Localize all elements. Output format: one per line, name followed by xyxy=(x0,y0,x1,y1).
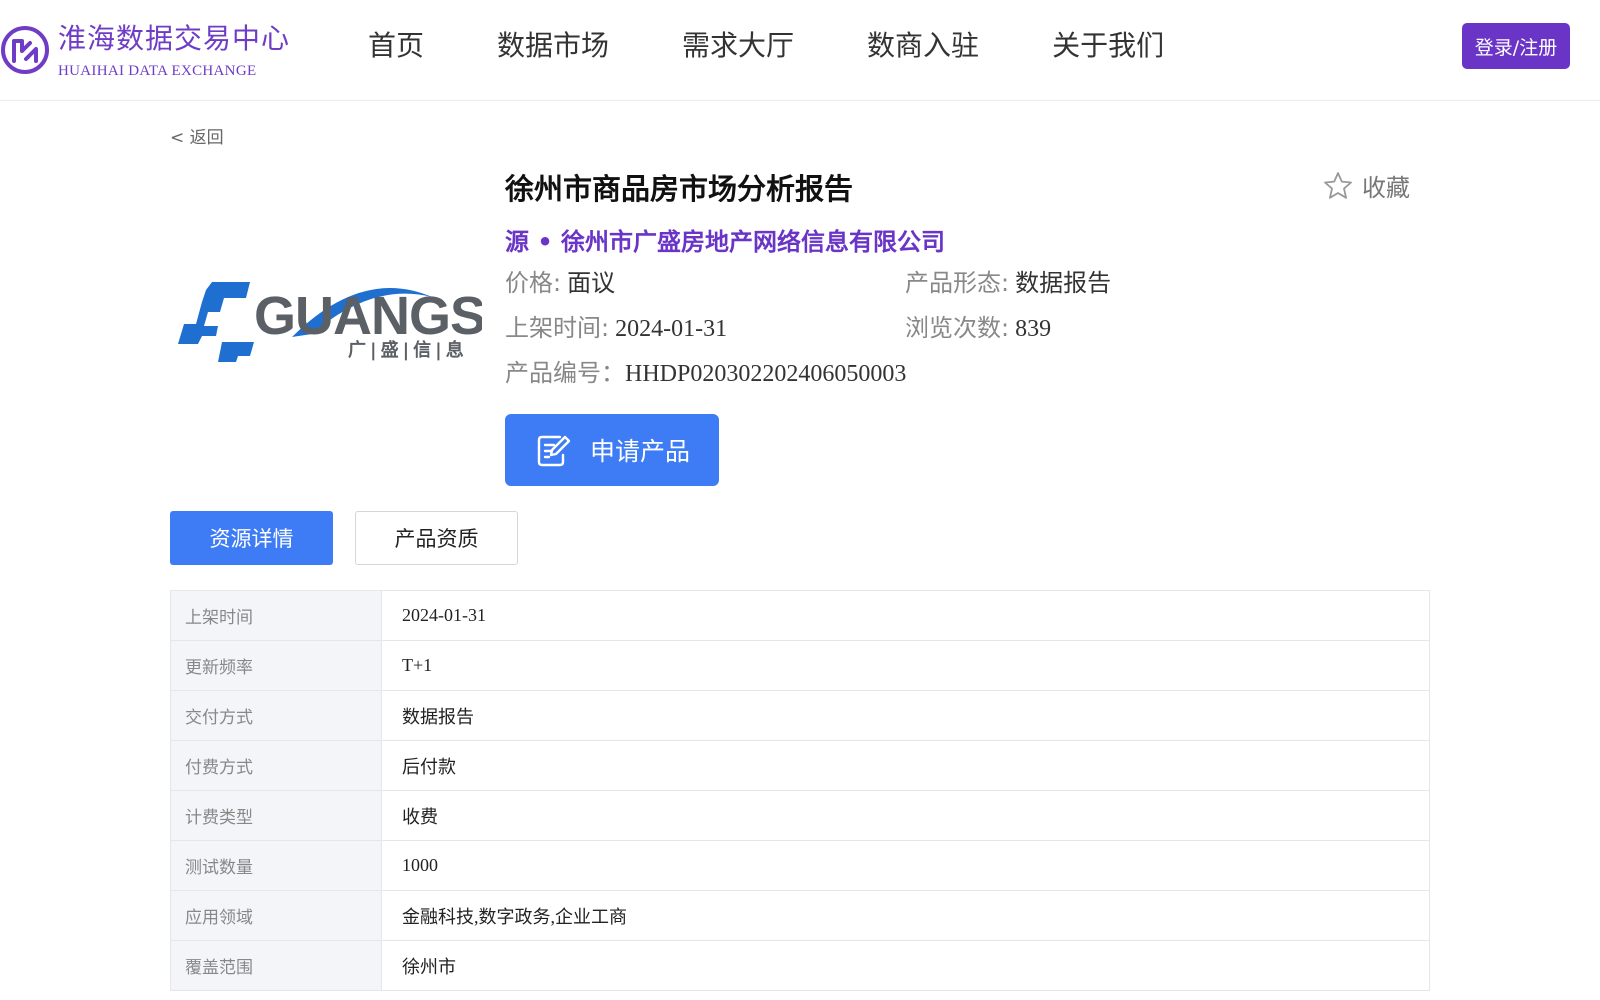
logo-title-cn: 淮海数据交易中心 xyxy=(58,22,291,55)
detail-key: 覆盖范围 xyxy=(170,940,382,991)
product-logo-subtext: 广|盛|信|息 xyxy=(348,339,468,361)
product-title: 徐州市商品房市场分析报告 xyxy=(505,172,854,206)
form-value: 数据报告 xyxy=(1015,269,1112,297)
detail-key: 交付方式 xyxy=(170,690,382,741)
login-register-button[interactable]: 登录/注册 xyxy=(1462,23,1570,69)
detail-key: 测试数量 xyxy=(170,840,382,891)
form-field: 产品形态: 数据报告 xyxy=(905,268,1111,299)
detail-key: 上架时间 xyxy=(170,590,382,641)
table-row: 应用领域 金融科技,数字政务,企业工商 xyxy=(170,890,1430,941)
price-field: 价格: 面议 xyxy=(505,268,615,299)
product-source[interactable]: 源 • 徐州市广盛房地产网络信息有限公司 xyxy=(505,222,945,257)
product-logo-wordmark: GUANGS xyxy=(254,286,482,346)
back-link[interactable]: < 返回 xyxy=(170,123,224,148)
table-row: 测试数量 1000 xyxy=(170,840,1430,891)
product-code-label: 产品编号： xyxy=(505,359,625,387)
table-row: 交付方式 数据报告 xyxy=(170,690,1430,741)
views-label: 浏览次数: xyxy=(905,314,1010,342)
nav-item-merchant-join[interactable]: 数商入驻 xyxy=(867,28,979,64)
main-nav: 首页 数据市场 需求大厅 数商入驻 关于我们 xyxy=(368,28,1237,64)
detail-value: 数据报告 xyxy=(381,690,1430,741)
nav-item-about-us[interactable]: 关于我们 xyxy=(1052,28,1164,64)
apply-product-button[interactable]: 申请产品 xyxy=(505,414,719,486)
listed-time-value: 2024-01-31 xyxy=(615,316,728,342)
logo-mark-icon xyxy=(1,26,49,74)
table-row: 付费方式 后付款 xyxy=(170,740,1430,791)
detail-key: 更新频率 xyxy=(170,640,382,691)
favorite-label: 收藏 xyxy=(1362,174,1410,202)
table-row: 覆盖范围 徐州市 xyxy=(170,940,1430,991)
detail-value: 1000 xyxy=(381,840,1430,891)
detail-value: 金融科技,数字政务,企业工商 xyxy=(381,890,1430,941)
tab-product-qualification[interactable]: 产品资质 xyxy=(355,511,518,565)
tab-resource-details[interactable]: 资源详情 xyxy=(170,511,333,565)
listed-time-label: 上架时间: xyxy=(505,314,610,342)
product-code-value: HHDP020302202406050003 xyxy=(625,361,907,387)
views-field: 浏览次数: 839 xyxy=(905,313,1051,344)
detail-key: 付费方式 xyxy=(170,740,382,791)
listed-time-field: 上架时间: 2024-01-31 xyxy=(505,313,727,344)
top-header: 淮海数据交易中心 HUAIHAI DATA EXCHANGE 首页 数据市场 需… xyxy=(0,0,1600,101)
logo-text: 淮海数据交易中心 HUAIHAI DATA EXCHANGE xyxy=(58,22,290,80)
form-label: 产品形态: xyxy=(905,269,1010,297)
detail-value: 收费 xyxy=(381,790,1430,841)
site-logo[interactable]: 淮海数据交易中心 HUAIHAI DATA EXCHANGE xyxy=(0,22,290,80)
product-logo-image: GUANGS 广|盛|信|息 xyxy=(178,282,482,362)
detail-key: 应用领域 xyxy=(170,890,382,941)
price-value: 面议 xyxy=(567,269,616,297)
apply-product-label: 申请产品 xyxy=(589,437,690,466)
star-icon xyxy=(1324,171,1352,199)
favorite-button[interactable]: 收藏 xyxy=(1322,168,1410,203)
nav-item-data-market[interactable]: 数据市场 xyxy=(497,28,609,64)
edit-document-icon xyxy=(537,435,571,467)
detail-value: 徐州市 xyxy=(381,940,1430,991)
nav-item-home[interactable]: 首页 xyxy=(368,28,424,64)
nav-item-demand-hall[interactable]: 需求大厅 xyxy=(682,28,794,64)
detail-value: 后付款 xyxy=(381,740,1430,791)
views-value: 839 xyxy=(1015,316,1052,342)
table-row: 上架时间 2024-01-31 xyxy=(170,590,1430,641)
detail-key: 计费类型 xyxy=(170,790,382,841)
detail-value: T+1 xyxy=(381,640,1430,691)
price-label: 价格: xyxy=(505,269,562,297)
logo-title-en: HUAIHAI DATA EXCHANGE xyxy=(58,63,257,79)
table-row: 更新频率 T+1 xyxy=(170,640,1430,691)
detail-value: 2024-01-31 xyxy=(381,590,1430,641)
table-row: 计费类型 收费 xyxy=(170,790,1430,841)
product-code-field: 产品编号：HHDP020302202406050003 xyxy=(505,358,906,389)
resource-detail-table: 上架时间 2024-01-31 更新频率 T+1 交付方式 数据报告 付费方式 … xyxy=(170,590,1430,991)
